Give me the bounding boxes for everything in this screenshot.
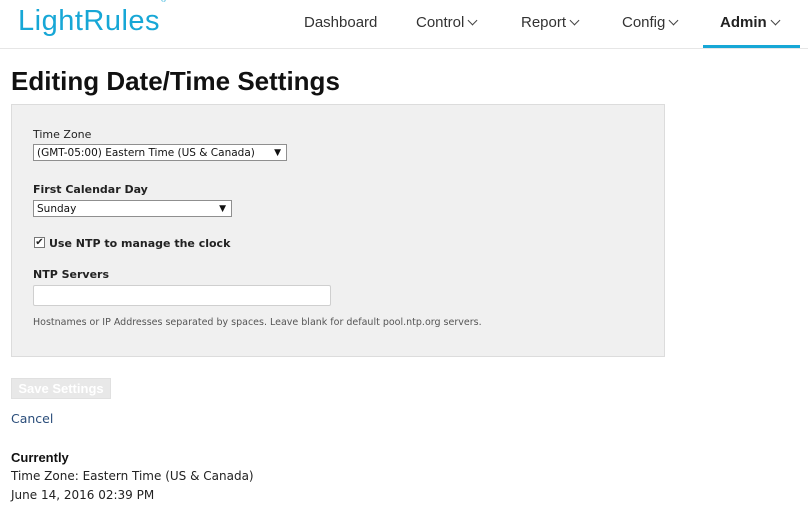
timezone-selected-value: (GMT-05:00) Eastern Time (US & Canada) (37, 147, 255, 159)
page-title: Editing Date/Time Settings (11, 66, 340, 96)
logo-text: LightRules (18, 5, 161, 37)
nav-report-label: Report (521, 14, 567, 31)
nav-dashboard[interactable]: Dashboard (304, 14, 377, 31)
registered-mark: ® (161, 0, 167, 5)
use-ntp-label: Use NTP to manage the clock (49, 237, 231, 250)
nav-admin[interactable]: Admin (720, 14, 781, 31)
ntp-servers-label: NTP Servers (33, 268, 110, 281)
nav-config[interactable]: Config (622, 14, 679, 31)
checkmark-icon: ✔ (35, 237, 44, 248)
timezone-select[interactable]: (GMT-05:00) Eastern Time (US & Canada) ▼ (33, 144, 287, 161)
timezone-label: Time Zone (33, 128, 92, 141)
cancel-link[interactable]: Cancel (11, 411, 53, 426)
chevron-down-icon (467, 15, 478, 26)
first-day-selected-value: Sunday (37, 203, 77, 215)
nav-report[interactable]: Report (521, 14, 580, 31)
chevron-down-icon (770, 15, 781, 26)
nav-control-label: Control (416, 14, 465, 31)
use-ntp-checkbox[interactable]: ✔ (34, 237, 45, 248)
current-datetime: June 14, 2016 02:39 PM (11, 488, 155, 502)
lightrules-logo[interactable]: LightRules® (18, 0, 166, 38)
nav-control[interactable]: Control (416, 14, 478, 31)
first-calendar-day-label: First Calendar Day (33, 183, 148, 196)
ntp-servers-input[interactable] (33, 285, 331, 306)
dropdown-arrow-icon: ▼ (219, 204, 226, 214)
top-navigation-bar: LightRules® Dashboard Control Report Con… (0, 0, 808, 49)
nav-dashboard-label: Dashboard (304, 14, 378, 31)
settings-form-panel: Time Zone (GMT-05:00) Eastern Time (US &… (11, 104, 665, 357)
active-tab-indicator (703, 45, 800, 48)
currently-heading: Currently (11, 450, 69, 465)
dropdown-arrow-icon: ▼ (274, 148, 281, 158)
save-settings-button[interactable]: Save Settings (11, 378, 111, 399)
nav-admin-label: Admin (720, 14, 767, 31)
first-calendar-day-select[interactable]: Sunday ▼ (33, 200, 232, 217)
chevron-down-icon (569, 15, 580, 26)
ntp-servers-hint: Hostnames or IP Addresses separated by s… (33, 317, 482, 328)
current-timezone: Time Zone: Eastern Time (US & Canada) (11, 469, 254, 483)
nav-config-label: Config (622, 14, 666, 31)
chevron-down-icon (668, 15, 679, 26)
